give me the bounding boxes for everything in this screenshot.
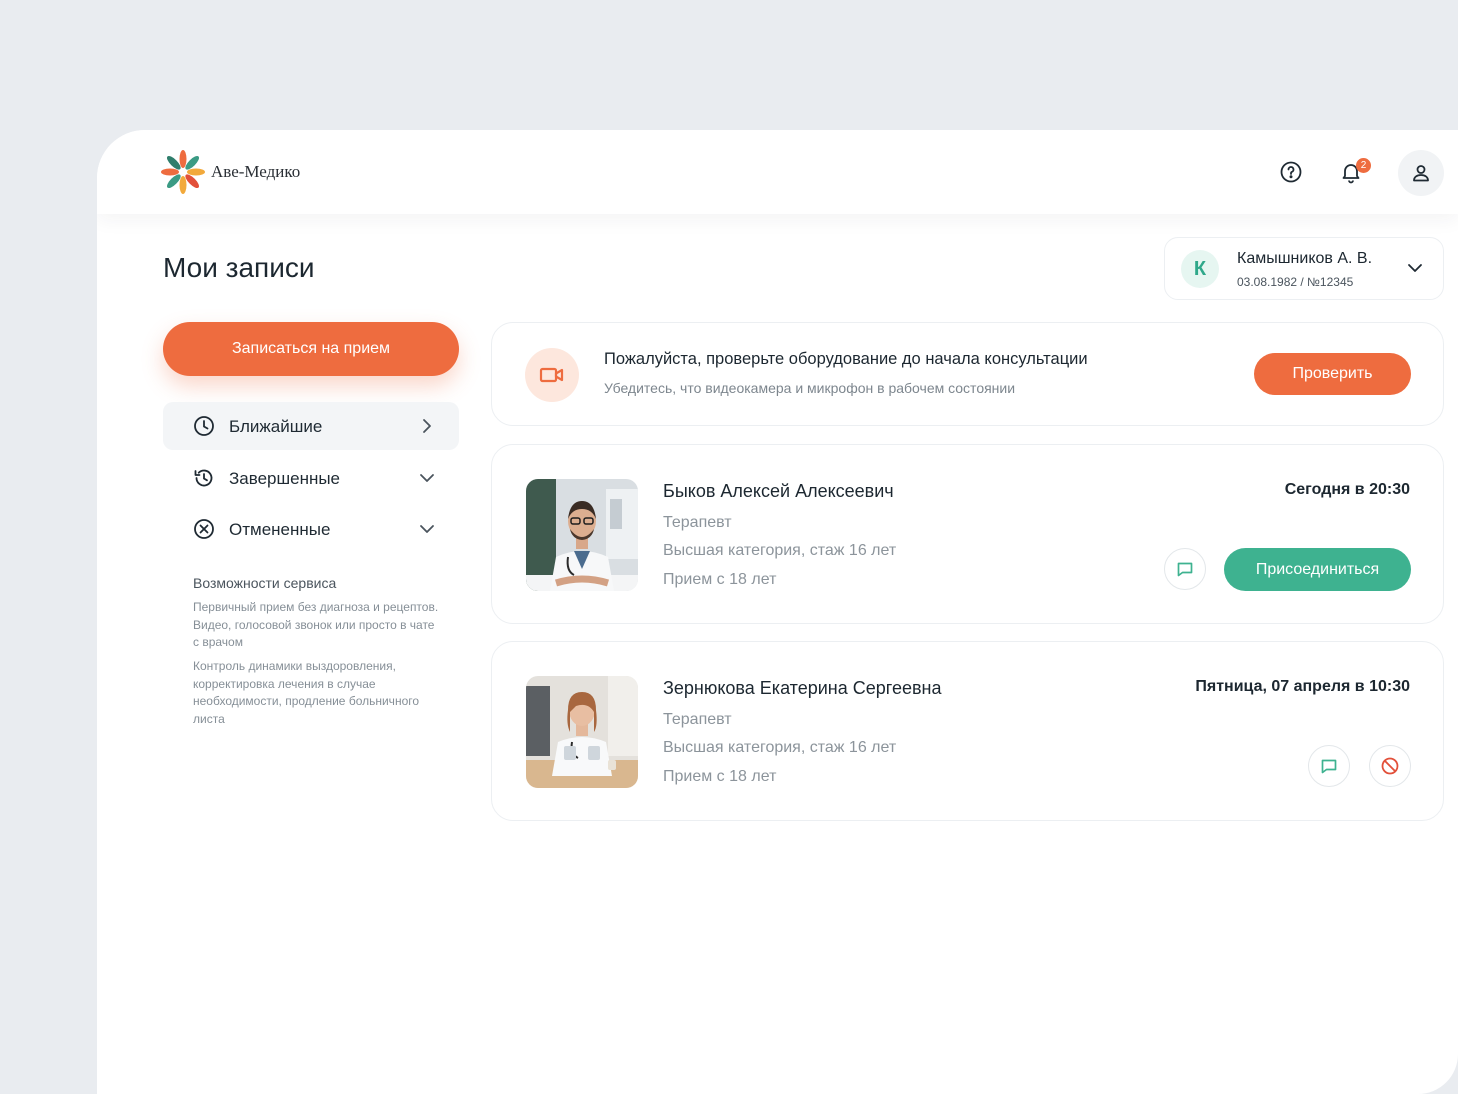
camera-badge	[525, 348, 579, 402]
nav-cancelled[interactable]: Отмененные	[163, 505, 459, 553]
doctor-photo	[526, 479, 638, 591]
chevron-down-icon	[420, 525, 434, 533]
doctor-name: Зернюкова Екатерина Сергеевна	[663, 678, 942, 698]
profile-button[interactable]	[1398, 150, 1444, 196]
doctor-name: Быков Алексей Алексеевич	[663, 481, 894, 501]
cancel-circle-icon	[194, 519, 214, 539]
doctor-category: Высшая категория, стаж 16 лет	[663, 739, 897, 756]
nav-upcoming-label: Ближайшие	[229, 417, 323, 436]
service-title: Возможности сервиса	[193, 575, 337, 591]
equipment-check-card: Пожалуйста, проверьте оборудование до на…	[491, 322, 1444, 426]
app-screen: Аве-Медико 2 Мои записи К Камышников А. …	[97, 130, 1458, 1094]
help-button[interactable]	[1269, 150, 1313, 194]
male-doctor-photo-icon	[526, 479, 638, 591]
clock-icon	[194, 416, 214, 436]
appointment-card: Зернюкова Екатерина Сергеевна Терапевт В…	[491, 641, 1444, 821]
nav-upcoming[interactable]: Ближайшие	[163, 402, 459, 450]
patient-avatar: К	[1181, 250, 1219, 288]
brand-logo[interactable]: Аве-Медико	[161, 148, 300, 196]
appointment-card: Быков Алексей Алексеевич Терапевт Высшая…	[491, 444, 1444, 624]
chat-icon	[1177, 562, 1193, 577]
question-icon	[1280, 161, 1302, 183]
chat-button[interactable]	[1308, 745, 1350, 787]
page-title: Мои записи	[163, 252, 315, 283]
block-icon	[1381, 757, 1399, 775]
chevron-down-icon	[1408, 264, 1422, 272]
patient-name: Камышников А. В.	[1237, 250, 1373, 267]
nav-completed-label: Завершенные	[229, 469, 341, 488]
chevron-right-icon	[423, 419, 431, 433]
service-text-control: Контроль динамики выздоровления, коррект…	[193, 659, 420, 726]
user-icon	[1413, 165, 1429, 182]
appointment-time: Сегодня в 20:30	[1284, 481, 1410, 498]
patient-selector[interactable]: К Камышников А. В. 03.08.1982 / №12345	[1164, 237, 1444, 300]
video-camera-icon	[539, 367, 564, 383]
service-text-primary: Первичный прием без диагноза и рецептов.…	[193, 600, 439, 649]
brand-name: Аве-Медико	[211, 162, 301, 181]
doctor-category: Высшая категория, стаж 16 лет	[663, 542, 897, 559]
doctor-specialty: Терапевт	[663, 514, 732, 531]
chevron-down-icon	[420, 474, 434, 482]
notification-badge: 2	[1356, 158, 1371, 173]
flower-logo-icon	[161, 150, 205, 194]
patient-details: 03.08.1982 / №12345	[1237, 275, 1354, 289]
chat-button[interactable]	[1164, 548, 1206, 590]
join-button[interactable]: Присоединиться	[1224, 548, 1411, 591]
book-appointment-button[interactable]: Записаться на прием	[163, 322, 459, 376]
nav-completed[interactable]: Завершенные	[163, 454, 459, 502]
equipment-check-subtitle: Убедитесь, что видеокамера и микрофон в …	[604, 380, 1016, 396]
device-frame: Аве-Медико 2 Мои записи К Камышников А. …	[0, 0, 1458, 1094]
doctor-age: Прием с 18 лет	[663, 768, 777, 785]
doctor-age: Прием с 18 лет	[663, 571, 777, 588]
top-bar: Аве-Медико 2	[97, 130, 1458, 214]
doctor-photo	[526, 676, 638, 788]
appointment-time: Пятница, 07 апреля в 10:30	[1195, 678, 1410, 695]
notifications-button[interactable]: 2	[1329, 150, 1373, 194]
cancel-appointment-button[interactable]	[1369, 745, 1411, 787]
history-icon	[194, 469, 213, 487]
female-doctor-photo-icon	[526, 676, 638, 788]
doctor-specialty: Терапевт	[663, 711, 732, 728]
nav-cancelled-label: Отмененные	[229, 520, 331, 539]
equipment-check-title: Пожалуйста, проверьте оборудование до на…	[604, 350, 1088, 368]
chat-icon	[1321, 759, 1337, 774]
check-equipment-button[interactable]: Проверить	[1254, 353, 1411, 395]
